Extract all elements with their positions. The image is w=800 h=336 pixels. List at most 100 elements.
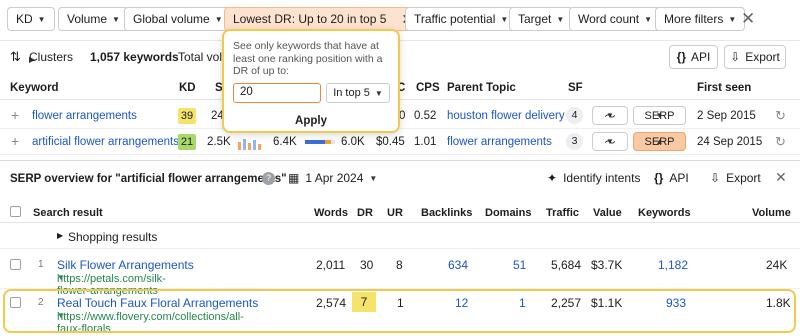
caret-down-icon: ▼ <box>500 14 509 24</box>
position-select-label: In top 5 <box>333 87 370 99</box>
col-volume[interactable]: Volume <box>752 207 791 219</box>
identify-intents-button[interactable]: ✦ Identify intents <box>547 171 640 185</box>
col-keywords[interactable]: Keywords <box>638 207 691 219</box>
add-icon[interactable]: + <box>11 107 19 123</box>
keyword-link[interactable]: artificial flower arrangements <box>32 136 179 148</box>
col-domains[interactable]: Domains <box>485 207 531 219</box>
caret-down-icon: ▼ <box>655 111 664 120</box>
caret-down-icon: ▼ <box>37 14 46 24</box>
export-button[interactable]: ⇩ Export <box>724 45 786 69</box>
serp-result-row: 1 Silk Flower Arrangements https://petal… <box>0 251 800 297</box>
caret-right-icon: ▶ <box>57 231 64 240</box>
filter-target[interactable]: Target ▼ <box>509 7 574 31</box>
popup-description: See only keywords that have at least one… <box>233 40 383 77</box>
help-icon[interactable]: ? <box>262 172 275 185</box>
filter-traffic-potential[interactable]: Traffic potential ▼ <box>405 7 518 31</box>
serp-button-active[interactable]: SERP ▲ <box>633 132 686 151</box>
col-parent-topic[interactable]: Parent Topic <box>447 82 516 94</box>
filter-kd[interactable]: KD ▼ <box>7 7 55 31</box>
filter-volume-label: Volume <box>67 12 108 26</box>
backlinks-link[interactable]: 634 <box>448 258 468 272</box>
api-button[interactable]: {} API <box>669 45 718 69</box>
col-sf[interactable]: SF <box>568 82 583 94</box>
kd-badge: 21 <box>178 134 196 150</box>
col-backlinks[interactable]: Backlinks <box>421 207 472 219</box>
traffic-value: 5,684 <box>551 258 582 272</box>
filter-lowest-dr-label: Lowest DR: Up to 20 in top 5 <box>233 12 387 26</box>
volume-value: 2.5K <box>207 136 231 148</box>
add-icon[interactable]: + <box>11 133 19 149</box>
dr-value: 30 <box>360 258 374 272</box>
filter-lowest-dr[interactable]: Lowest DR: Up to 20 in top 5✕ <box>224 7 423 31</box>
filter-bar: KD ▼ Volume ▼ Global volume ▼ Lowest DR: Up… <box>0 0 800 38</box>
toolbar: ⇅ ▶ Clusters 1,057 keywords Total volu {… <box>0 40 800 74</box>
cps-value: 1.01 <box>414 136 437 148</box>
col-kd[interactable]: KD <box>179 82 196 94</box>
select-all-checkbox[interactable] <box>10 206 21 217</box>
calendar-icon: ▦ <box>288 171 300 185</box>
filter-word-count-label: Word count <box>578 12 640 26</box>
date-picker[interactable]: ▦ 1 Apr 2024 ▼ <box>288 171 377 185</box>
cpc-value: $0.45 <box>376 136 405 148</box>
shopping-results-row[interactable]: ▶ Shopping results <box>0 225 800 249</box>
traffic-potential-value: 6.4K <box>273 136 297 148</box>
caret-down-icon: ▼ <box>728 14 737 24</box>
filter-global-volume[interactable]: Global volume ▼ <box>124 7 232 31</box>
col-search-result: Search result <box>33 207 103 219</box>
serp-header: SERP overview for "artificial flower arr… <box>0 161 800 195</box>
refresh-icon[interactable]: ↻ <box>775 108 786 124</box>
sparkle-icon: ✦ <box>547 171 558 185</box>
domains-link[interactable]: 51 <box>513 258 526 272</box>
result-title-link[interactable]: Silk Flower Arrangements <box>57 258 194 272</box>
serp-title: SERP overview for "artificial flower arr… <box>10 173 287 185</box>
col-first-seen[interactable]: First seen <box>697 82 751 94</box>
first-seen-value: 24 Sep 2015 <box>697 136 763 148</box>
caret-down-icon: ▼ <box>369 173 378 183</box>
identify-intents-label: Identify intents <box>563 171 641 185</box>
caret-down-icon: ▼ <box>556 14 565 24</box>
keywords-count: 1,057 keywords <box>90 50 179 64</box>
apply-button[interactable]: Apply <box>224 115 398 127</box>
clusters-toggle[interactable]: Clusters <box>29 50 73 64</box>
refresh-icon[interactable]: ↻ <box>775 134 786 150</box>
caret-up-icon: ▲ <box>655 137 664 146</box>
keywords-link[interactable]: 1,182 <box>658 258 688 272</box>
col-cps[interactable]: CPS <box>416 82 440 94</box>
filter-kd-label: KD <box>16 12 33 26</box>
ur-value: 8 <box>396 258 403 272</box>
serp-features-count[interactable]: 3 <box>566 133 583 150</box>
serp-export-button[interactable]: ⇩ Export <box>710 171 761 185</box>
col-words[interactable]: Words <box>314 207 348 219</box>
parent-topic-link[interactable]: flower arrangements <box>447 136 552 148</box>
col-dr[interactable]: DR <box>357 207 373 219</box>
trend-button[interactable]: 〜 ▼ <box>592 132 628 151</box>
serp-features-count[interactable]: 4 <box>566 107 583 124</box>
keyword-link[interactable]: flower arrangements <box>32 110 137 122</box>
filter-volume[interactable]: Volume ▼ <box>58 7 129 31</box>
col-keyword[interactable]: Keyword <box>10 82 59 94</box>
parent-topic-link[interactable]: houston flower delivery <box>447 110 565 122</box>
col-ur[interactable]: UR <box>387 207 403 219</box>
filter-word-count[interactable]: Word count ▼ <box>569 7 662 31</box>
filter-more-filters[interactable]: More filters ▼ <box>655 7 746 31</box>
clear-filters-icon[interactable]: ✕ <box>741 9 755 29</box>
sort-icon[interactable]: ⇅ <box>10 49 21 65</box>
trend-button[interactable]: 〜 ▼ <box>592 106 628 125</box>
caret-down-icon: ▼ <box>644 14 653 24</box>
col-traffic[interactable]: Traffic <box>546 207 579 219</box>
value-amount: $3.7K <box>591 258 623 272</box>
col-value[interactable]: Value <box>593 207 622 219</box>
filter-global-volume-label: Global volume <box>133 12 210 26</box>
kd-badge: 39 <box>178 108 196 124</box>
date-label: 1 Apr 2024 <box>305 171 364 185</box>
row-checkbox[interactable] <box>10 259 21 270</box>
serp-button[interactable]: SERP ▼ <box>633 106 686 125</box>
export-label: Export <box>745 50 780 64</box>
serp-api-button[interactable]: {} API <box>654 171 689 185</box>
dr-value-input[interactable]: 20 <box>233 83 321 103</box>
position-select[interactable]: In top 5 ▼ <box>326 83 390 103</box>
serp-api-label: API <box>669 171 689 185</box>
braces-icon: {} <box>676 50 686 64</box>
close-panel-icon[interactable]: ✕ <box>775 169 787 186</box>
first-seen-value: 2 Sep 2015 <box>697 110 756 122</box>
